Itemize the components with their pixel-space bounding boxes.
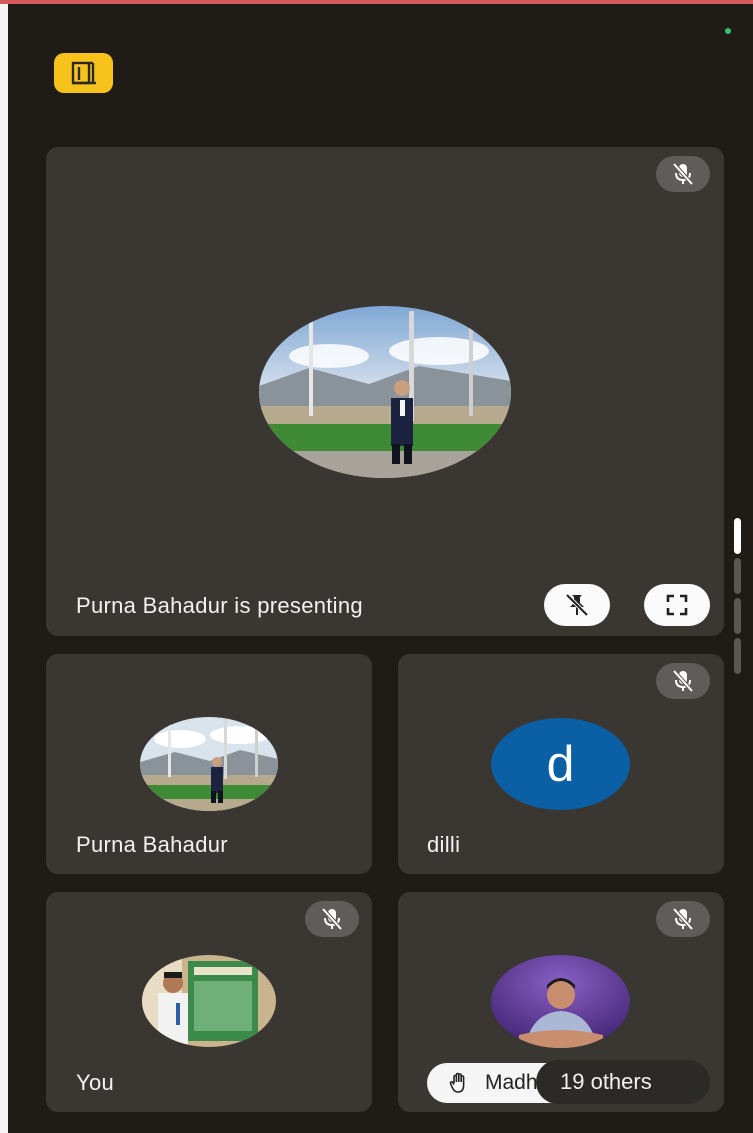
presenter-avatar <box>259 306 511 478</box>
left-edge-strip <box>0 4 8 1133</box>
scrollbar-track-segment <box>734 598 741 634</box>
participant-avatar <box>491 955 630 1048</box>
presenter-caption: Purna Bahadur is presenting <box>76 593 363 618</box>
mic-off-icon <box>672 669 694 693</box>
participant-name: Purna Bahadur <box>76 832 228 857</box>
fullscreen-button[interactable] <box>644 584 710 626</box>
scrollbar-track-segment <box>734 558 741 594</box>
mic-off-icon <box>672 907 694 931</box>
scrollbar-track-segment <box>734 638 741 674</box>
top-edge-strip <box>0 0 753 4</box>
mic-off-badge <box>656 663 710 699</box>
mic-off-badge <box>305 901 359 937</box>
others-chip[interactable]: 19 others <box>536 1060 710 1104</box>
scrollbar-thumb[interactable] <box>734 518 741 554</box>
self-avatar <box>142 955 276 1047</box>
self-name: You <box>76 1070 115 1095</box>
unpin-icon <box>565 593 589 617</box>
mic-off-badge <box>656 901 710 937</box>
presenter-tile[interactable]: Purna Bahadur is presenting <box>46 147 724 636</box>
raised-hand-icon <box>449 1072 465 1093</box>
door-exit-icon <box>71 61 96 85</box>
fullscreen-icon <box>666 594 688 616</box>
participant-letter-avatar: d <box>491 718 630 810</box>
leave-call-button[interactable] <box>54 53 113 93</box>
mic-off-badge <box>656 156 710 192</box>
participant-tile[interactable]: Purna Bahadur <box>46 654 372 874</box>
participant-tile[interactable]: d dilli <box>398 654 724 874</box>
unpin-button[interactable] <box>544 584 610 626</box>
self-tile[interactable]: You <box>46 892 372 1112</box>
participant-avatar <box>140 717 278 811</box>
participant-name: dilli <box>427 832 461 857</box>
status-dot <box>725 28 731 34</box>
mic-off-icon <box>321 907 343 931</box>
mic-off-icon <box>672 162 694 186</box>
